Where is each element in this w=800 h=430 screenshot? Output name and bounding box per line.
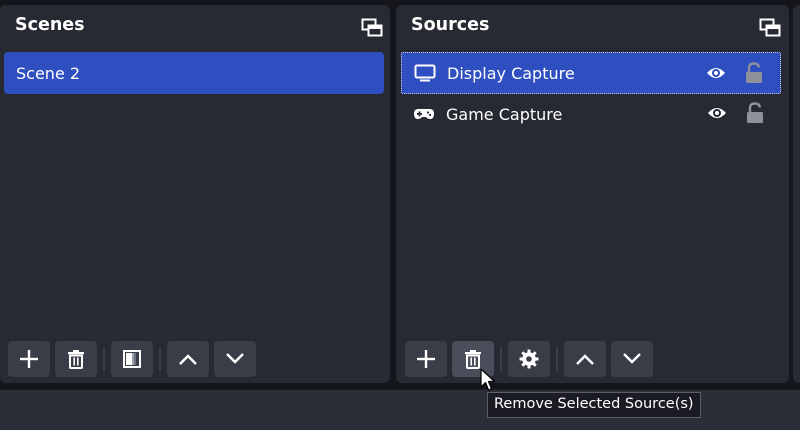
chevron-up-icon — [179, 354, 197, 365]
move-source-down-button[interactable] — [611, 341, 653, 377]
toolbar-separator — [500, 347, 502, 371]
add-icon — [417, 350, 435, 368]
filter-icon — [123, 350, 141, 368]
monitor-icon — [414, 64, 436, 82]
add-source-button[interactable] — [405, 341, 447, 377]
source-item-game-capture[interactable]: Game Capture — [401, 93, 781, 135]
lock-icon[interactable] — [745, 62, 763, 84]
eye-icon[interactable] — [706, 65, 726, 81]
toolbar-separator — [556, 347, 558, 371]
toolbar-separator — [103, 347, 105, 371]
chevron-down-icon — [226, 353, 244, 364]
source-item-label: Game Capture — [446, 104, 563, 124]
scene-item-label: Scene 2 — [16, 63, 81, 83]
mouse-cursor-icon — [480, 368, 496, 391]
toolbar-separator — [159, 347, 161, 371]
scenes-title: Scenes — [15, 15, 85, 35]
move-scene-down-button[interactable] — [214, 341, 256, 377]
scene-filters-button[interactable] — [111, 341, 153, 377]
trash-icon — [68, 350, 84, 369]
move-scene-up-button[interactable] — [167, 341, 209, 377]
sources-dock: Sources Display Capture Game Capture — [396, 5, 789, 383]
remove-scene-button[interactable] — [55, 341, 97, 377]
scene-item[interactable]: Scene 2 — [4, 52, 384, 94]
next-dock-edge — [793, 5, 800, 383]
sources-title: Sources — [411, 15, 490, 35]
lock-icon[interactable] — [746, 102, 764, 124]
chevron-up-icon — [576, 354, 594, 365]
undock-icon[interactable] — [361, 18, 383, 38]
source-item-display-capture[interactable]: Display Capture — [401, 52, 781, 94]
eye-icon[interactable] — [707, 105, 727, 121]
trash-icon — [465, 350, 481, 369]
source-properties-button[interactable] — [508, 341, 550, 377]
add-icon — [20, 350, 38, 368]
undock-icon[interactable] — [759, 18, 781, 38]
add-scene-button[interactable] — [8, 341, 50, 377]
gamepad-icon — [413, 105, 435, 123]
move-source-up-button[interactable] — [564, 341, 606, 377]
source-item-label: Display Capture — [447, 63, 575, 83]
remove-source-tooltip: Remove Selected Source(s) — [487, 392, 701, 418]
chevron-down-icon — [623, 353, 641, 364]
scenes-dock: Scenes Scene 2 — [0, 5, 390, 383]
gear-icon — [519, 349, 539, 369]
